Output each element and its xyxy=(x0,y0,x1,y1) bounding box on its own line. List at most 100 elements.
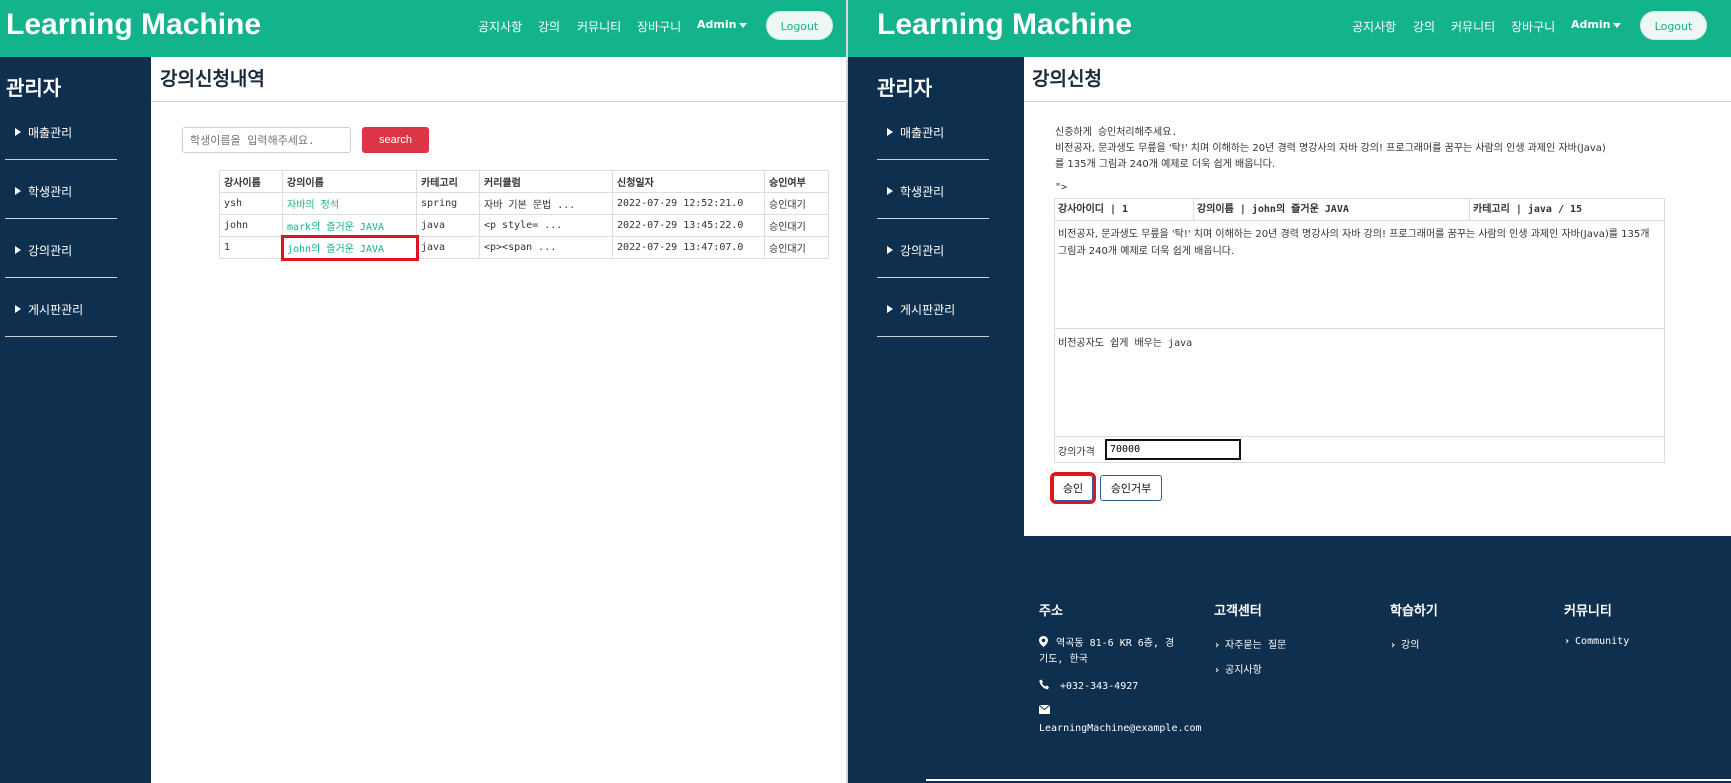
cell-date: 2022-07-29 13:45:22.0 xyxy=(612,214,765,237)
nav-community[interactable]: 커뮤니티 xyxy=(577,18,621,35)
caret-down-icon xyxy=(739,22,748,28)
cell-status: 승인대기 xyxy=(764,192,829,215)
table-row: john mark의 즐거운 JAVA java <p style= ... 2… xyxy=(219,214,829,237)
sidebar-title: 관리자 xyxy=(6,76,62,100)
nav-admin-label: Admin xyxy=(1571,18,1611,31)
brand-logo[interactable]: Learning Machine xyxy=(6,8,261,42)
nav-admin-dropdown[interactable]: Admin xyxy=(697,18,748,31)
student-search-input[interactable] xyxy=(182,127,351,153)
table-row: 1 john의 즐거운 JAVA java <p><span ... 2022-… xyxy=(219,234,829,261)
sidebar-item-board[interactable]: 게시판관리 xyxy=(5,279,117,337)
sidebar-item-label: 학생관리 xyxy=(28,185,73,199)
cell-curriculum: <p style= ... xyxy=(479,214,613,237)
title-divider xyxy=(151,101,847,102)
sidebar-item-label: 강의관리 xyxy=(900,244,945,258)
instructor-id-cell: 강사아이디 | 1 xyxy=(1055,199,1194,221)
sidebar-item-label: 게시판관리 xyxy=(28,303,84,317)
lecture-link-highlighted[interactable]: john의 즐거운 JAVA xyxy=(280,234,419,261)
nav-cart[interactable]: 장바구니 xyxy=(1511,18,1555,35)
footer xyxy=(848,536,1731,783)
price-row: 강의가격 xyxy=(1055,437,1664,462)
stray-markup-text: "> xyxy=(1055,182,1068,193)
phone-line: +032-343-4927 xyxy=(1039,679,1138,692)
reject-button[interactable]: 승인거부 xyxy=(1100,475,1162,501)
nav-notice[interactable]: 공지사항 xyxy=(478,18,522,35)
search-button[interactable]: search xyxy=(362,127,429,153)
caret-down-icon xyxy=(1613,22,1622,28)
sidebar-item-lectures[interactable]: 강의관리 xyxy=(877,220,989,278)
phone-icon xyxy=(1039,679,1049,690)
lecture-intro-line2: 를 135개 그림과 240개 예제로 더욱 쉽게 배웁니다. xyxy=(1055,159,1276,170)
footer-address-title: 주소 xyxy=(1039,604,1063,619)
navbar: Learning Machine 공지사항 강의 커뮤니티 장바구니 Admin… xyxy=(0,0,847,57)
footer-support-title: 고객센터 xyxy=(1214,604,1262,619)
nav-cart[interactable]: 장바구니 xyxy=(637,18,681,35)
sidebar-item-sales[interactable]: 매출관리 xyxy=(5,102,117,160)
phone-text: +032-343-4927 xyxy=(1060,681,1139,692)
application-table: 강사이름 강의이름 카테고리 커리큘럼 신청일자 승인여부 ysh 자바의 정석… xyxy=(219,170,829,261)
cell-status: 승인대기 xyxy=(764,236,829,259)
footer-link-faq[interactable]: › 자주묻는 질문 xyxy=(1214,636,1286,651)
nav-community[interactable]: 커뮤니티 xyxy=(1451,18,1495,35)
bottom-rule xyxy=(926,779,1731,781)
lecture-link[interactable]: 자바의 정석 xyxy=(282,192,417,215)
footer-link-label: Community xyxy=(1575,636,1630,647)
cell-category: spring xyxy=(416,192,480,215)
approve-button[interactable]: 승인 xyxy=(1050,472,1096,504)
triangle-right-icon xyxy=(15,305,21,313)
email-icon-row xyxy=(1038,704,1051,717)
price-input[interactable] xyxy=(1105,439,1241,460)
application-detail-box: 강사아이디 | 1 강의이름 | john의 즐거운 JAVA 카테고리 | j… xyxy=(1054,198,1665,463)
email-text: LearningMachine@example.com xyxy=(1039,723,1202,734)
sidebar-item-label: 강의관리 xyxy=(28,244,73,258)
sidebar-item-board[interactable]: 게시판관리 xyxy=(877,279,989,337)
triangle-right-icon xyxy=(887,305,893,313)
footer-link-label: 강의 xyxy=(1401,640,1420,651)
triangle-right-icon xyxy=(15,246,21,254)
address-text: 역곡동 81-6 KR 6층, 경 xyxy=(1056,638,1175,649)
sidebar-item-sales[interactable]: 매출관리 xyxy=(877,102,989,160)
lecture-intro-line1: 비전공자, 문과생도 무릎을 '탁!' 치며 이해하는 20년 경력 명강사의 … xyxy=(1055,143,1606,154)
page-title: 강의신청 xyxy=(1032,68,1102,90)
col-curriculum: 커리큘럼 xyxy=(479,170,613,193)
cell-category: java xyxy=(416,214,480,237)
cell-date: 2022-07-29 13:47:07.0 xyxy=(612,236,765,259)
lecture-link[interactable]: mark의 즐거운 JAVA xyxy=(282,214,417,237)
logout-button[interactable]: Logout xyxy=(766,11,833,40)
admin-sidebar: 관리자 매출관리 학생관리 강의관리 게시판관리 xyxy=(0,57,151,783)
logout-button[interactable]: Logout xyxy=(1640,11,1707,40)
footer-link-community[interactable]: › Community xyxy=(1564,636,1629,647)
footer-link-label: 자주묻는 질문 xyxy=(1225,640,1287,651)
page-title: 강의신청내역 xyxy=(160,68,265,90)
price-label: 강의가격 xyxy=(1058,447,1095,458)
footer-link-label: 공지사항 xyxy=(1225,665,1262,676)
cell-curriculum: <p><span ... xyxy=(479,236,613,259)
brand-logo[interactable]: Learning Machine xyxy=(877,8,1132,42)
nav-lecture[interactable]: 강의 xyxy=(1413,18,1435,35)
nav-lecture[interactable]: 강의 xyxy=(538,18,560,35)
envelope-icon xyxy=(1038,704,1051,714)
sidebar-item-lectures[interactable]: 강의관리 xyxy=(5,220,117,278)
sidebar-item-students[interactable]: 학생관리 xyxy=(877,161,989,219)
sidebar-item-students[interactable]: 학생관리 xyxy=(5,161,117,219)
lecture-summary: 비전공자도 쉽게 배우는 java xyxy=(1055,329,1664,437)
right-screen: Learning Machine 공지사항 강의 커뮤니티 장바구니 Admin… xyxy=(848,0,1731,783)
footer-link-notice[interactable]: › 공지사항 xyxy=(1214,661,1262,676)
location-pin-icon xyxy=(1039,636,1048,647)
lecture-name-cell: 강의이름 | john의 즐거운 JAVA xyxy=(1194,199,1470,221)
nav-notice[interactable]: 공지사항 xyxy=(1352,18,1396,35)
chevron-right-icon: › xyxy=(1564,636,1571,647)
cell-date: 2022-07-29 12:52:21.0 xyxy=(612,192,765,215)
triangle-right-icon xyxy=(887,246,893,254)
triangle-right-icon xyxy=(15,128,21,136)
nav-admin-label: Admin xyxy=(697,18,737,31)
triangle-right-icon xyxy=(887,128,893,136)
sidebar-title: 관리자 xyxy=(877,76,933,100)
table-row: ysh 자바의 정석 spring 자바 기본 문법 ... 2022-07-2… xyxy=(219,192,829,215)
category-cell: 카테고리 | java / 15 xyxy=(1473,204,1583,215)
footer-link-lecture[interactable]: › 강의 xyxy=(1390,636,1419,651)
cell-category: java xyxy=(416,236,480,259)
sidebar-item-label: 매출관리 xyxy=(28,126,73,140)
sidebar-item-label: 게시판관리 xyxy=(900,303,956,317)
nav-admin-dropdown[interactable]: Admin xyxy=(1571,18,1622,31)
